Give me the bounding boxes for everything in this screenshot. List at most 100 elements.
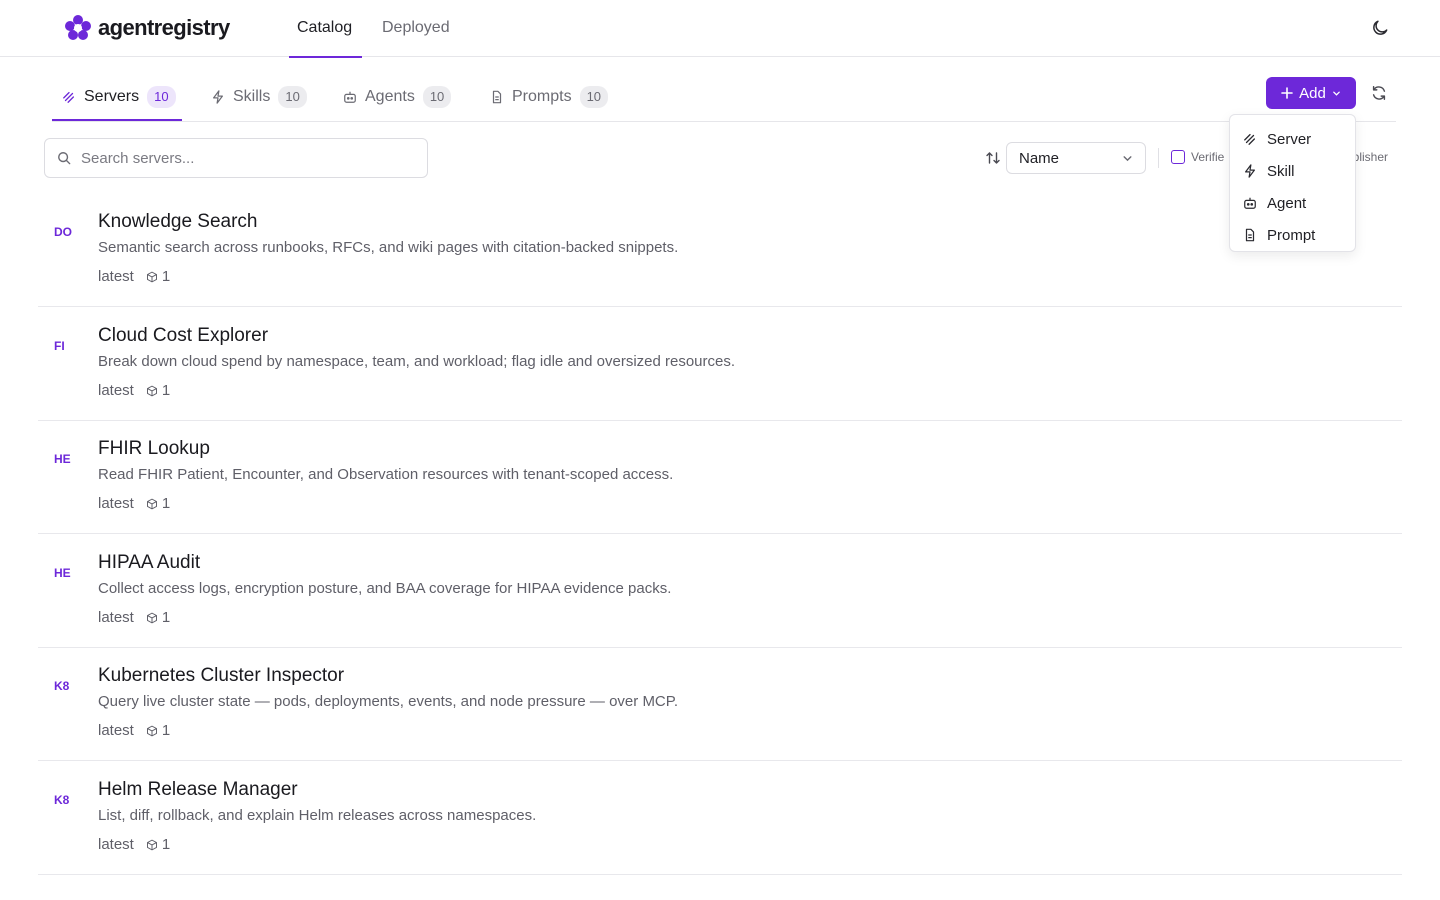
server-row[interactable]: FI Cloud Cost Explorer Break down cloud … <box>38 307 1402 421</box>
nav-deployed[interactable]: Deployed <box>382 19 450 37</box>
server-row[interactable]: HE FHIR Lookup Read FHIR Patient, Encoun… <box>38 420 1402 534</box>
server-tag: latest <box>98 609 134 626</box>
top-bar: agentregistry Catalog Deployed <box>0 0 1440 58</box>
nav-active-indicator <box>289 56 362 58</box>
server-meta: latest 1 <box>98 722 170 739</box>
sort-select[interactable]: Name <box>1006 142 1146 174</box>
server-meta: latest 1 <box>98 268 170 285</box>
document-icon <box>1245 228 1255 242</box>
tab-prompts-label: Prompts <box>512 88 572 105</box>
chevron-down-icon <box>1123 155 1132 161</box>
server-avatar: DO <box>54 225 72 239</box>
server-description: Collect access logs, encryption posture,… <box>98 580 672 597</box>
robot-icon <box>1244 197 1256 209</box>
moon-icon[interactable] <box>1370 18 1390 38</box>
logo[interactable]: agentregistry <box>64 14 230 42</box>
server-name[interactable]: Helm Release Manager <box>98 779 298 801</box>
menu-item-label: Server <box>1267 130 1312 148</box>
tab-agents[interactable]: Agents 10 <box>343 85 452 109</box>
server-version-count: 1 <box>161 609 171 626</box>
server-name[interactable]: Cloud Cost Explorer <box>98 325 268 347</box>
server-description: Break down cloud spend by namespace, tea… <box>98 353 736 370</box>
server-tag: latest <box>98 495 134 512</box>
package-icon <box>146 385 157 396</box>
tab-servers-label: Servers <box>84 88 140 105</box>
package-icon <box>146 725 157 736</box>
tab-servers-count: 10 <box>147 86 176 108</box>
refresh-icon[interactable] <box>1370 84 1388 102</box>
add-button[interactable]: Add <box>1266 77 1356 109</box>
sort-icon[interactable] <box>985 150 1001 166</box>
logo-text: agentregistry <box>98 15 230 40</box>
server-meta: latest 1 <box>98 609 170 626</box>
verified-filter[interactable]: Verifie <box>1171 150 1224 164</box>
tabs-divider <box>52 121 1396 122</box>
plus-icon <box>1281 87 1293 99</box>
server-version-count: 1 <box>161 836 171 853</box>
add-button-label: Add <box>1299 84 1326 102</box>
server-avatar: K8 <box>54 679 70 693</box>
server-avatar: FI <box>54 339 65 353</box>
server-name[interactable]: Knowledge Search <box>98 211 258 233</box>
package-icon <box>146 839 157 850</box>
lightning-icon <box>213 90 223 104</box>
server-name[interactable]: FHIR Lookup <box>98 438 210 460</box>
search-input[interactable] <box>81 149 401 167</box>
tab-agents-label: Agents <box>365 88 415 105</box>
menu-item-agent[interactable]: Agent <box>1230 187 1355 219</box>
tab-active-indicator <box>52 119 182 121</box>
server-tag: latest <box>98 836 134 853</box>
server-row[interactable]: HE HIPAA Audit Collect access logs, encr… <box>38 534 1402 648</box>
server-avatar: K8 <box>54 793 70 807</box>
tab-prompts-count: 10 <box>579 86 609 108</box>
server-version-count: 1 <box>161 495 171 512</box>
document-icon <box>492 90 502 104</box>
menu-item-label: Agent <box>1267 194 1307 212</box>
logo-mark-icon <box>65 15 91 40</box>
server-name[interactable]: HIPAA Audit <box>98 552 200 574</box>
server-name[interactable]: Kubernetes Cluster Inspector <box>98 665 344 687</box>
server-meta: latest 1 <box>98 836 170 853</box>
search-box[interactable] <box>44 138 428 178</box>
menu-item-prompt[interactable]: Prompt <box>1230 219 1355 251</box>
add-menu: Server Skill Agent Prompt <box>1229 114 1356 252</box>
server-icon <box>1244 133 1256 145</box>
verified-checkbox[interactable] <box>1171 150 1185 164</box>
tab-skills[interactable]: Skills 10 <box>211 85 307 109</box>
server-avatar: HE <box>54 452 71 466</box>
menu-item-server[interactable]: Server <box>1230 123 1355 155</box>
tab-servers[interactable]: Servers 10 <box>62 85 176 109</box>
robot-icon <box>344 91 356 103</box>
verified-label: Verifie <box>1191 150 1225 164</box>
server-icon <box>63 91 75 103</box>
server-version-count: 1 <box>161 382 171 399</box>
menu-item-label: Skill <box>1267 162 1295 180</box>
server-avatar: HE <box>54 566 71 580</box>
package-icon <box>146 498 157 509</box>
tab-skills-count: 10 <box>278 86 307 108</box>
filter-divider <box>1158 148 1159 168</box>
package-icon <box>146 612 157 623</box>
lightning-icon <box>1245 164 1255 178</box>
server-row[interactable]: K8 Helm Release Manager List, diff, roll… <box>38 761 1402 875</box>
server-tag: latest <box>98 722 134 739</box>
menu-item-skill[interactable]: Skill <box>1230 155 1355 187</box>
sort-select-value: Name <box>1019 149 1060 167</box>
chevron-down-icon <box>1333 91 1340 96</box>
server-tag: latest <box>98 382 134 399</box>
package-icon <box>146 271 157 282</box>
nav-catalog[interactable]: Catalog <box>297 19 352 37</box>
tab-skills-label: Skills <box>233 88 271 105</box>
server-version-count: 1 <box>161 722 171 739</box>
menu-item-label: Prompt <box>1267 226 1316 244</box>
server-description: Read FHIR Patient, Encounter, and Observ… <box>98 466 674 483</box>
server-meta: latest 1 <box>98 495 170 512</box>
server-description: Semantic search across runbooks, RFCs, a… <box>98 239 679 256</box>
server-tag: latest <box>98 268 134 285</box>
server-description: List, diff, rollback, and explain Helm r… <box>98 807 537 824</box>
tab-agents-count: 10 <box>422 86 452 108</box>
server-row[interactable]: DO Knowledge Search Semantic search acro… <box>38 193 1402 307</box>
server-version-count: 1 <box>161 268 171 285</box>
tab-prompts[interactable]: Prompts 10 <box>490 85 609 109</box>
server-row[interactable]: K8 Kubernetes Cluster Inspector Query li… <box>38 647 1402 761</box>
